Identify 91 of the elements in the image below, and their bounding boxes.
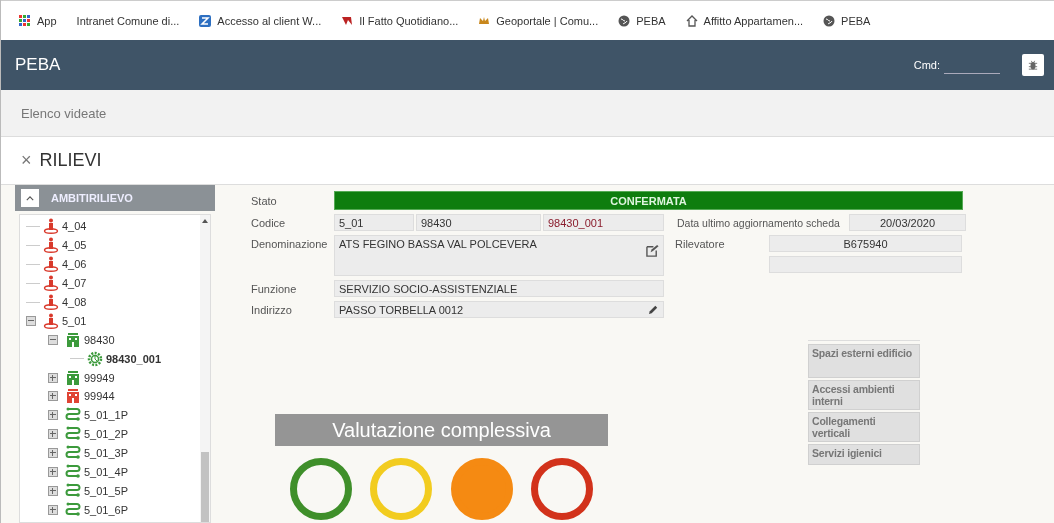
globe-icon bbox=[618, 14, 631, 27]
route-icon bbox=[65, 407, 81, 424]
route-icon bbox=[65, 501, 81, 518]
status-bar: CONFERMATA bbox=[334, 191, 963, 210]
bookmark-link[interactable]: Accesso al client W... bbox=[217, 14, 322, 27]
evaluation-title: Valutazione complessiva bbox=[275, 414, 608, 446]
z-square-icon bbox=[199, 14, 212, 27]
house-icon bbox=[685, 14, 698, 27]
expand-toggle[interactable] bbox=[48, 429, 58, 440]
tree-item[interactable]: 5_01_4P bbox=[84, 466, 129, 478]
tree-item[interactable]: 4_05 bbox=[62, 239, 87, 252]
caret-icon bbox=[26, 195, 34, 201]
expand-toggle[interactable] bbox=[48, 372, 58, 383]
tree-item[interactable]: 4_06 bbox=[62, 258, 87, 271]
route-icon bbox=[65, 464, 81, 480]
rating-circle[interactable] bbox=[290, 458, 353, 520]
bookmark-link[interactable]: PEBA bbox=[841, 14, 871, 27]
cmd-label: Cmd: bbox=[913, 59, 940, 71]
expand-toggle[interactable] bbox=[48, 485, 58, 496]
edit-icon[interactable] bbox=[646, 244, 659, 257]
building-icon bbox=[65, 369, 81, 386]
bookmark-link[interactable]: PEBA bbox=[636, 14, 666, 27]
collapse-toggle[interactable] bbox=[26, 315, 36, 326]
field-label: Denominazione bbox=[251, 237, 329, 250]
route-icon bbox=[65, 445, 81, 462]
building-icon bbox=[65, 331, 81, 348]
expand-toggle[interactable] bbox=[48, 467, 58, 477]
expand-toggle[interactable] bbox=[48, 410, 58, 421]
field-label: Stato bbox=[251, 194, 278, 207]
person-pin-icon bbox=[43, 275, 59, 292]
person-pin-icon bbox=[43, 256, 59, 273]
building-icon bbox=[65, 388, 81, 405]
globe-icon bbox=[823, 14, 836, 27]
expand-toggle[interactable] bbox=[48, 391, 58, 402]
empty-field[interactable] bbox=[769, 256, 962, 273]
scrollbar-thumb[interactable] bbox=[201, 452, 209, 522]
bookmark-link[interactable]: Il Fatto Quotidiano... bbox=[359, 14, 459, 27]
bug-icon bbox=[1028, 59, 1038, 71]
code-field[interactable]: 98430 bbox=[416, 214, 541, 231]
apps-icon bbox=[19, 14, 31, 27]
route-icon bbox=[65, 482, 81, 499]
field-label: Funzione bbox=[251, 282, 298, 295]
scroll-up-arrow-icon[interactable] bbox=[202, 219, 208, 223]
tree-item[interactable]: 5_01_1P bbox=[84, 409, 129, 422]
expand-toggle[interactable] bbox=[48, 504, 58, 515]
person-pin-icon bbox=[43, 237, 59, 254]
bookmark-link[interactable]: App bbox=[37, 14, 57, 27]
section-button[interactable]: Spazi esterni edificio bbox=[808, 344, 920, 378]
name-field[interactable]: ATS FEGINO BASSA VAL POLCEVERA bbox=[334, 235, 664, 276]
date-field[interactable]: 20/03/2020 bbox=[849, 214, 966, 231]
collapse-toggle[interactable] bbox=[48, 334, 58, 345]
gear-icon bbox=[87, 350, 103, 367]
panel-title: RILIEVI bbox=[39, 150, 102, 171]
field-label: Indirizzo bbox=[251, 303, 293, 316]
tree-item[interactable]: 99944 bbox=[84, 390, 115, 403]
app-title: PEBA bbox=[15, 55, 61, 75]
breadcrumb-link[interactable]: Elenco videate bbox=[21, 105, 107, 121]
bookmark-link[interactable]: Intranet Comune di... bbox=[76, 14, 180, 27]
address-field[interactable]: PASSO TORBELLA 0012 bbox=[334, 301, 664, 318]
tree-item[interactable]: 98430 bbox=[84, 333, 115, 346]
surveyor-field[interactable]: B675940 bbox=[769, 235, 962, 252]
flag-icon bbox=[341, 14, 354, 27]
tree-item[interactable]: 5_01 bbox=[62, 314, 87, 327]
tree-item[interactable]: 5_01_5P bbox=[84, 484, 129, 497]
tree-item[interactable]: 98430_001 bbox=[106, 352, 162, 365]
rating-circle[interactable] bbox=[530, 458, 593, 520]
tree-item[interactable]: 5_01_6P bbox=[84, 503, 129, 516]
bug-button[interactable] bbox=[1022, 54, 1044, 76]
tree-item[interactable]: 5_01_3P bbox=[84, 447, 129, 460]
expand-toggle[interactable] bbox=[48, 448, 58, 459]
tree-item[interactable]: 99949 bbox=[84, 371, 115, 384]
field-label: Rilevatore bbox=[675, 237, 726, 250]
tree-title: AMBITIRILIEVO bbox=[51, 192, 133, 204]
close-button[interactable]: × bbox=[21, 150, 32, 171]
tree-item[interactable]: 4_08 bbox=[62, 296, 87, 308]
code-field[interactable]: 5_01 bbox=[334, 214, 414, 231]
person-pin-icon bbox=[43, 294, 59, 310]
bookmark-link[interactable]: Affitto Appartamen... bbox=[703, 14, 804, 27]
function-field[interactable]: SERVIZIO SOCIO-ASSISTENZIALE bbox=[334, 280, 664, 297]
tree-item[interactable]: 4_04 bbox=[62, 220, 87, 233]
tree-item[interactable]: 4_07 bbox=[62, 277, 87, 290]
person-pin-icon bbox=[43, 218, 59, 235]
field-label: Data ultimo aggiornamento scheda bbox=[677, 216, 841, 229]
scrollbar[interactable] bbox=[200, 215, 210, 522]
route-icon bbox=[65, 426, 81, 443]
field-label: Codice bbox=[251, 216, 287, 229]
code-field[interactable]: 98430_001 bbox=[543, 214, 664, 231]
pencil-icon[interactable] bbox=[648, 304, 659, 315]
tree-item[interactable]: 5_01_2P bbox=[84, 428, 129, 441]
person-pin-icon bbox=[43, 312, 59, 329]
bookmark-link[interactable]: Geoportale | Comu... bbox=[496, 14, 599, 27]
